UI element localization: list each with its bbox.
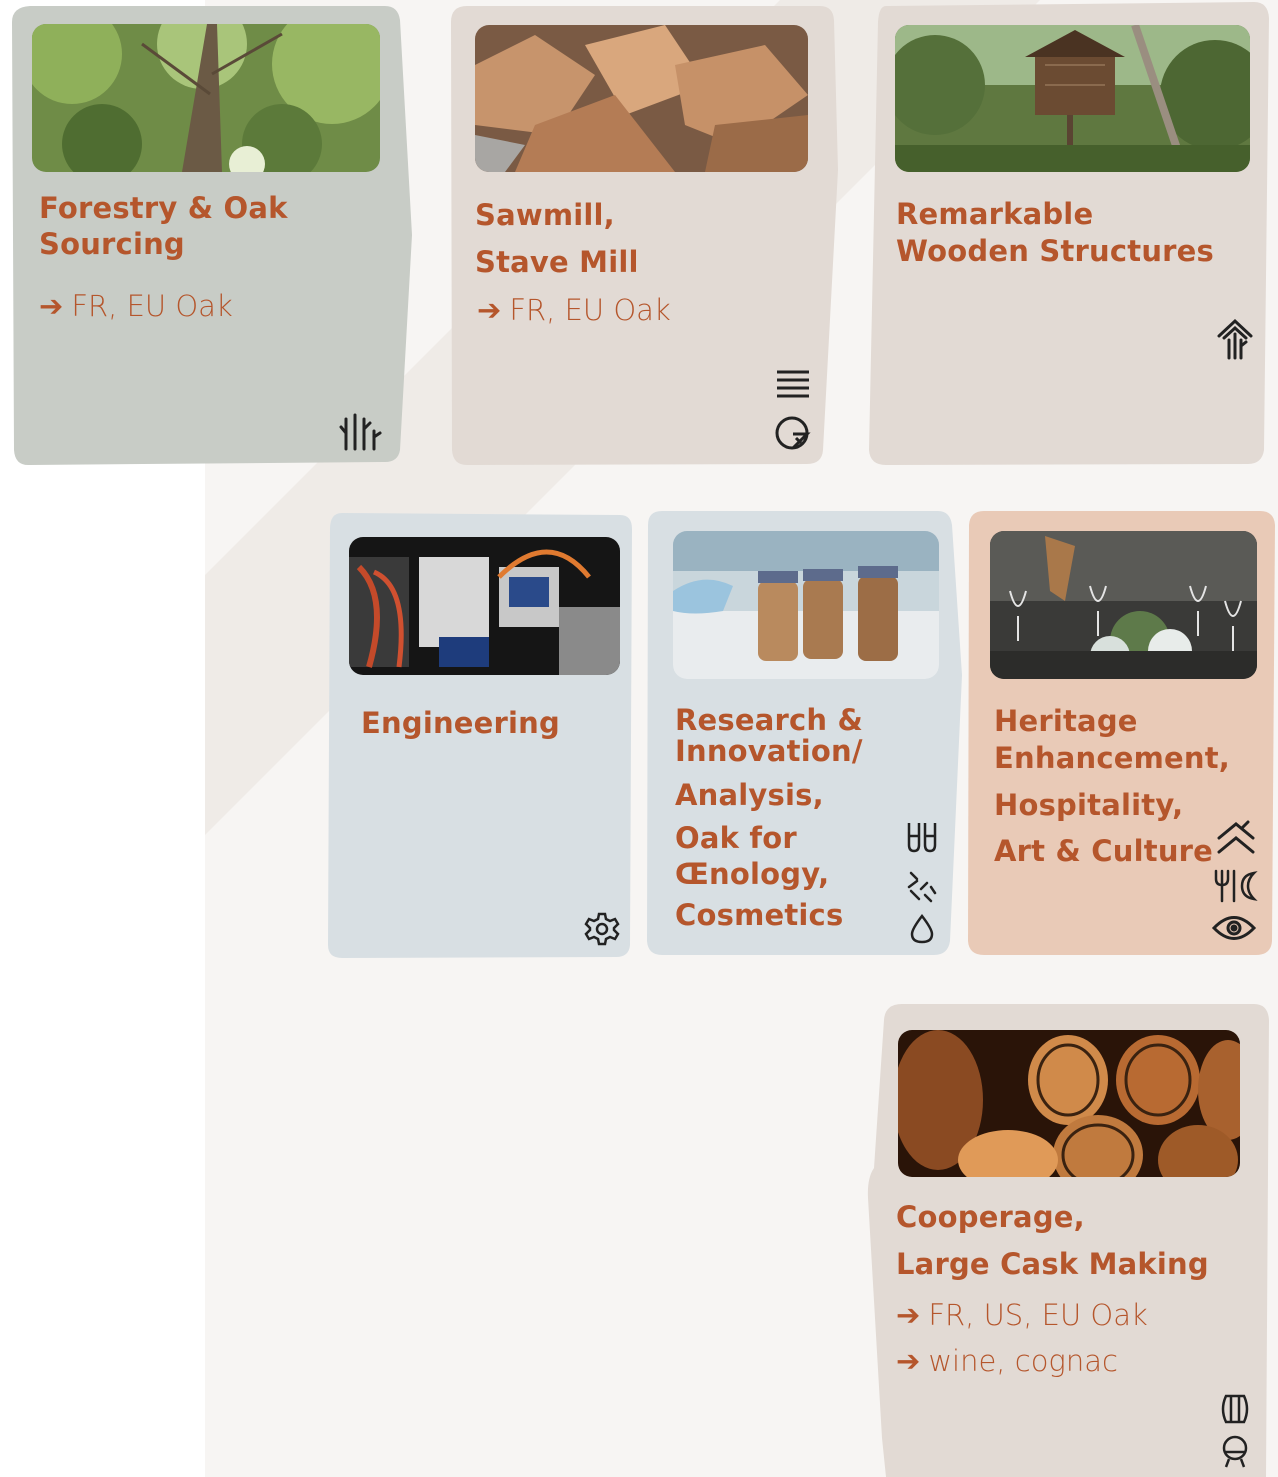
jars-of-oak-chips-photo (673, 531, 939, 679)
forest-icon (338, 413, 384, 451)
card-cooperage-note-use: ➔ wine, cognac (896, 1344, 1118, 1378)
card-structures-title: Remarkable Wooden Structures (896, 197, 1214, 268)
card-forestry-title: Forestry & Oak Sourcing (39, 191, 288, 261)
drop-icon (908, 913, 936, 945)
eye-icon (1212, 913, 1256, 943)
oak-chips-icon (905, 869, 939, 903)
card-sawmill-title: Sawmill, Stave Mill (475, 198, 639, 279)
card-research-subtitle: Analysis, (675, 778, 824, 812)
card-research[interactable]: Research & Innovation/ Analysis, Oak for… (640, 505, 965, 965)
card-cooperage-note-origin: ➔ FR, US, EU Oak (896, 1298, 1148, 1332)
wooden-house-icon (1217, 318, 1253, 360)
card-engineering-title: Engineering (361, 706, 560, 740)
cask-icon (1220, 1435, 1250, 1469)
table-setting-photo (990, 531, 1257, 679)
card-research-cosmetics: Cosmetics (675, 898, 844, 932)
card-forestry[interactable]: Forestry & Oak Sourcing ➔ FR, EU Oak (0, 0, 420, 470)
card-cooperage-title: Cooperage, Large Cask Making (896, 1200, 1209, 1281)
gear-icon (584, 911, 620, 947)
card-heritage-title: Heritage Enhancement, (994, 704, 1230, 775)
split-wood-photo (475, 25, 808, 172)
card-heritage-subtitle: Hospitality, Art & Culture (994, 788, 1214, 868)
card-engineering[interactable]: Engineering (320, 505, 640, 965)
card-cooperage[interactable]: Cooperage, Large Cask Making ➔ FR, US, EU… (862, 998, 1278, 1477)
planks-icon (775, 368, 811, 400)
barrel-icon (1220, 1393, 1250, 1425)
machinery-photo (349, 537, 620, 675)
card-structures[interactable]: Remarkable Wooden Structures (862, 0, 1278, 470)
card-research-title: Research & Innovation/ (675, 703, 864, 768)
card-forestry-note: ➔ FR, EU Oak (39, 289, 233, 323)
barrels-photo (898, 1030, 1240, 1177)
test-tubes-icon (905, 820, 939, 854)
card-research-oak: Oak for Œnology, (675, 821, 830, 891)
tree-canopy-photo (32, 24, 380, 172)
card-heritage[interactable]: Heritage Enhancement, Hospitality, Art &… (960, 505, 1278, 965)
roof-icon (1216, 820, 1256, 856)
log-cross-section-icon (773, 414, 813, 452)
card-sawmill-note: ➔ FR, EU Oak (477, 293, 671, 327)
card-sawmill[interactable]: Sawmill, Stave Mill ➔ FR, EU Oak (445, 0, 845, 470)
fork-moon-icon (1212, 869, 1258, 903)
treehouse-photo (895, 25, 1250, 172)
